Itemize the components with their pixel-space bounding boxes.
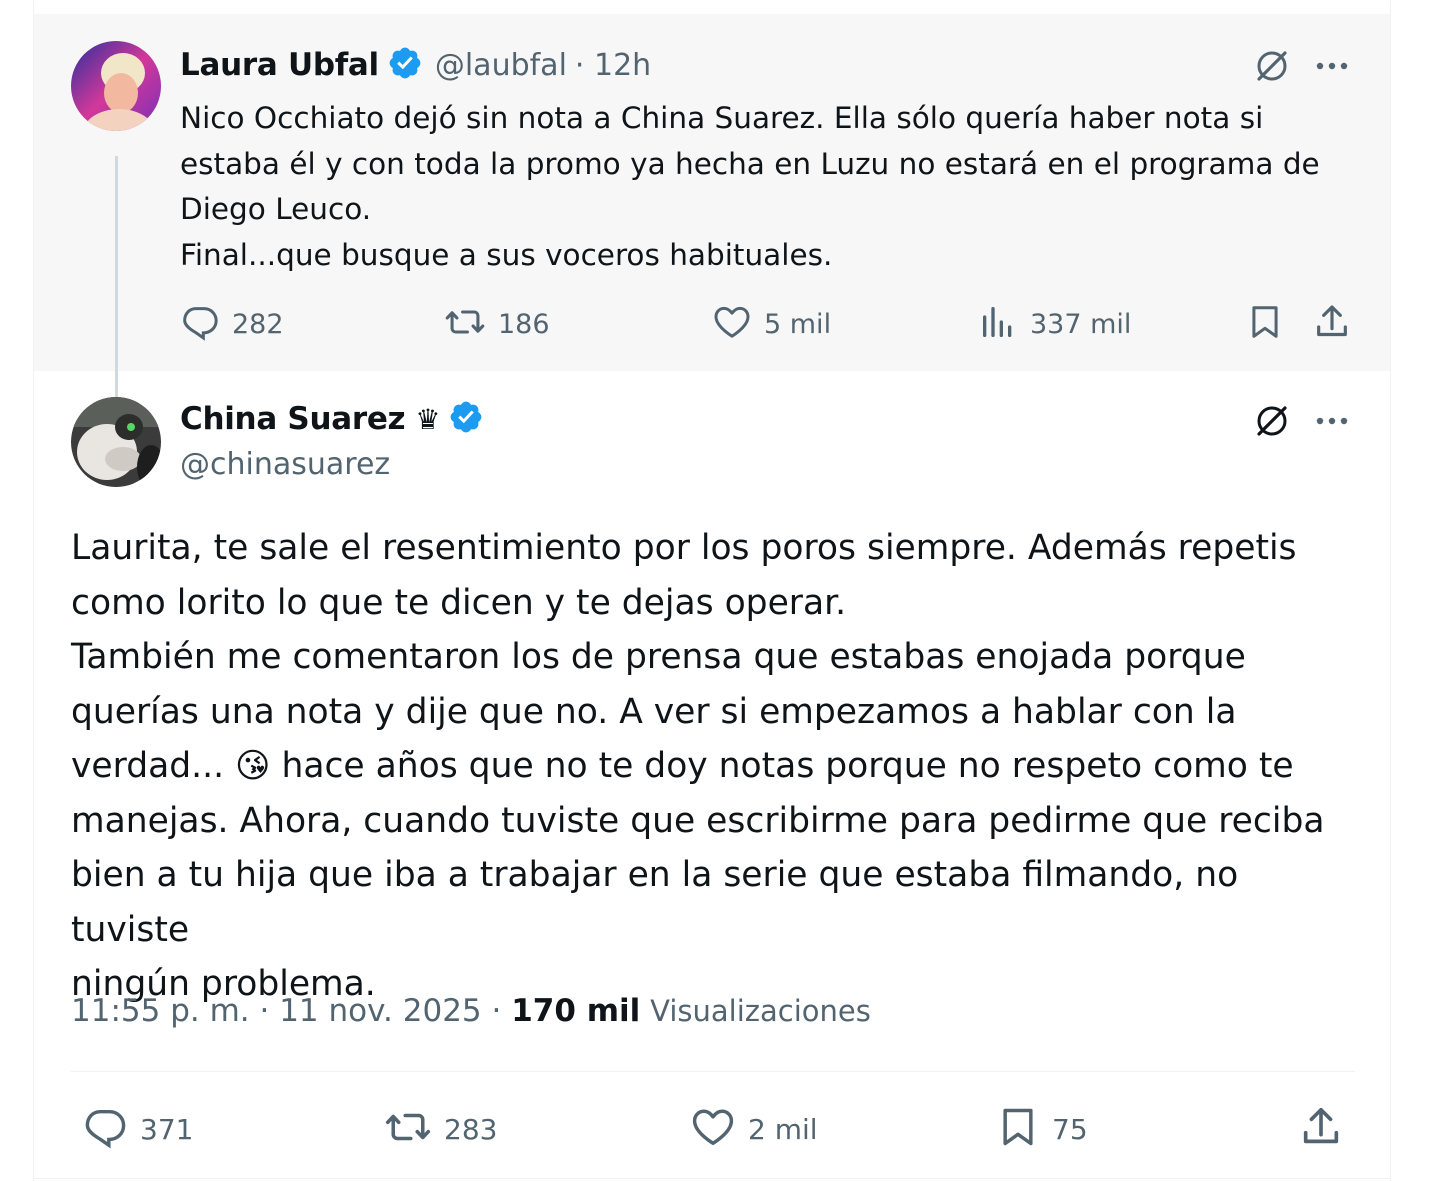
like-count: 2 mil [748,1112,818,1146]
like-count: 5 mil [764,308,832,340]
share-icon [1298,1104,1344,1154]
like-button[interactable]: 5 mil [712,302,831,346]
share-button[interactable] [1296,1104,1346,1154]
main-tweet-text: Laurita, te sale el resentimiento por lo… [71,521,1351,1012]
thread-line [115,156,118,402]
author-handle[interactable]: @chinasuarez [180,447,390,482]
views-count: 337 mil [1030,308,1132,340]
avatar-china[interactable] [71,397,161,487]
like-icon [712,302,752,346]
repost-button[interactable]: 283 [384,1104,497,1154]
grok-icon[interactable] [1250,44,1294,88]
main-header-name-row: China Suarez ♛ [180,399,484,439]
views-button[interactable]: 337 mil [978,302,1131,346]
repost-count: 186 [498,308,550,340]
bookmark-button[interactable] [1243,302,1287,346]
views-label: Visualizaciones [650,994,871,1028]
author-name[interactable]: China Suarez [180,401,406,437]
bookmark-icon [996,1104,1040,1154]
main-header-handle-row: @chinasuarez [180,447,390,482]
author-name[interactable]: Laura Ubfal [180,47,379,83]
bookmark-button[interactable]: 75 [996,1104,1088,1154]
tweet-thread: Laura Ubfal @laubfal · 12h Nico Occhiato… [33,0,1391,1181]
repost-button[interactable]: 186 [444,302,550,346]
views-count: 170 mil [511,993,641,1029]
reply-icon [82,1104,128,1154]
crown-emoji: ♛ [415,402,441,436]
parent-header: Laura Ubfal @laubfal · 12h [180,45,651,85]
bottom-divider [34,1178,1390,1179]
reply-button[interactable]: 371 [82,1104,193,1154]
verified-badge-icon [448,399,484,439]
repost-icon [384,1104,432,1154]
like-button[interactable]: 2 mil [690,1104,818,1154]
reply-button[interactable]: 282 [180,302,284,346]
reply-icon [180,302,220,346]
post-timestamp[interactable]: 11:55 p. m. · 11 nov. 2025 · [71,993,501,1029]
more-icon[interactable] [1310,44,1354,88]
share-icon [1312,302,1352,346]
avatar-laura[interactable] [71,41,161,131]
grok-icon[interactable] [1250,399,1294,443]
share-button[interactable] [1310,302,1354,346]
verified-badge-icon [387,45,423,85]
views-icon [978,302,1018,346]
bookmark-icon [1246,302,1284,346]
repost-count: 283 [444,1112,498,1146]
like-icon [690,1104,736,1154]
kiss-emoji: 😘 [235,746,271,786]
reply-count: 282 [232,308,284,340]
bookmark-count: 75 [1052,1112,1088,1146]
post-time[interactable]: · 12h [575,48,651,83]
post-meta: 11:55 p. m. · 11 nov. 2025 · 170 mil Vis… [71,993,871,1029]
more-icon[interactable] [1310,399,1354,443]
parent-tweet[interactable]: Laura Ubfal @laubfal · 12h Nico Occhiato… [34,14,1390,402]
divider [71,1071,1355,1072]
repost-icon [444,302,486,346]
author-handle[interactable]: @laubfal [435,48,567,83]
parent-tweet-text: Nico Occhiato dejó sin nota a China Suar… [180,101,1320,272]
reply-count: 371 [140,1112,194,1146]
